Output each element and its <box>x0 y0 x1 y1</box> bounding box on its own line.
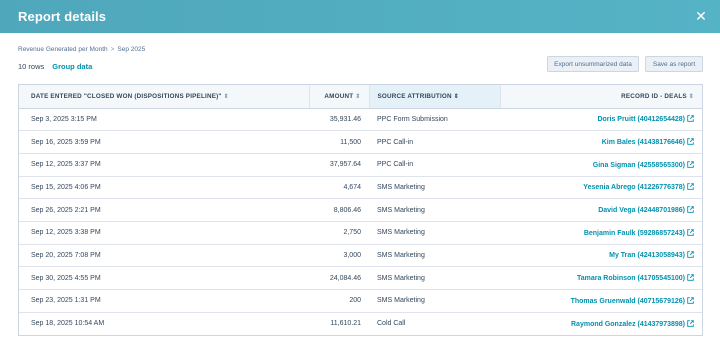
cell-date: Sep 15, 2025 4:06 PM <box>19 176 309 200</box>
cell-source: Cold Call <box>377 320 406 328</box>
table-row: Sep 18, 2025 10:54 AM 11,610.21 Cold Call R… <box>19 312 702 335</box>
table-row: Sep 23, 2025 1:31 PM 200 SMS Marketing Thom… <box>19 289 702 313</box>
cell-record: Thomas Gruenwald (40715679126) <box>500 289 702 313</box>
cell-date: Sep 26, 2025 2:21 PM <box>19 198 309 222</box>
sort-active-icon: ⇕ <box>453 93 459 100</box>
cell-record: Kim Bales (41438176646) <box>500 130 702 154</box>
table-row: Sep 16, 2025 3:59 PM 11,500 PPC Call-in Kim… <box>19 130 702 154</box>
external-link-icon[interactable] <box>687 183 694 191</box>
cell-date: Sep 30, 2025 4:55 PM <box>19 266 309 290</box>
cell-date: Sep 12, 2025 3:37 PM <box>19 153 309 177</box>
cell-source: PPC Call-in <box>369 130 500 154</box>
cell-record: David Vega (42448701986) <box>500 198 702 222</box>
breadcrumb: Revenue Generated per Month > Sep 2025 <box>18 46 145 53</box>
group-data-link[interactable]: Group data <box>52 62 92 71</box>
cell-amount: 2,750 <box>309 221 369 245</box>
table-body: Sep 3, 2025 3:15 PM 35,931.46 PPC Form Sub… <box>19 108 702 335</box>
cell-date: Sep 18, 2025 10:54 AM <box>31 320 105 328</box>
external-link-icon[interactable] <box>687 251 694 259</box>
cell-record: Gina Sigman (42558565300) <box>500 153 702 177</box>
table-header-row: DATE ENTERED "CLOSED WON (DISPOSITIONS P… <box>19 85 702 109</box>
cell-record: My Tran (42413058943) <box>500 244 702 268</box>
report-table: DATE ENTERED "CLOSED WON (DISPOSITIONS P… <box>18 84 703 336</box>
cell-amount: 37,957.64 <box>309 153 369 177</box>
column-header-source[interactable]: SOURCE ATTRIBUTION ⇕ <box>369 85 501 109</box>
record-link[interactable]: My Tran (42413058943) <box>609 252 685 259</box>
cell-source: SMS Marketing <box>369 289 500 313</box>
row-count: 10 rows <box>18 62 45 71</box>
record-link[interactable]: Thomas Gruenwald (40715679126) <box>571 298 685 305</box>
breadcrumb-period: Sep 2025 <box>117 46 146 53</box>
record-link[interactable]: Benjamin Faulk (59286857243) <box>584 230 685 237</box>
record-link[interactable]: Gina Sigman (42558565300) <box>593 162 685 169</box>
table-row: Sep 26, 2025 2:21 PM 8,806.46 SMS Marketin… <box>19 198 702 222</box>
table-row: Sep 3, 2025 3:15 PM 35,931.46 PPC Form Sub… <box>19 108 702 132</box>
external-link-icon[interactable] <box>687 160 694 168</box>
summary-line: 10 rows Group data <box>18 62 92 71</box>
external-link-icon[interactable] <box>687 115 694 123</box>
cell-source: SMS Marketing <box>369 176 500 200</box>
cell-amount: 35,931.46 <box>309 108 369 132</box>
column-header-date[interactable]: DATE ENTERED "CLOSED WON (DISPOSITIONS P… <box>19 85 310 109</box>
cell-amount: 11,500 <box>309 130 369 154</box>
sort-icon: ⇕ <box>223 93 229 100</box>
table-row: Sep 30, 2025 4:55 PM 24,084.46 SMS Marketi… <box>19 266 702 290</box>
close-icon[interactable]: ✕ <box>694 9 708 23</box>
cell-source: PPC Call-in <box>369 153 500 177</box>
cell-record: Yesenia Abrego (41226776378) <box>500 176 702 200</box>
column-header-source-label: SOURCE ATTRIBUTION <box>377 92 452 100</box>
record-link[interactable]: Raymond Gonzalez (41437973898) <box>571 321 685 328</box>
table-row: Sep 12, 2025 3:38 PM 2,750 SMS Marketing Be… <box>19 221 702 245</box>
table-row: Sep 15, 2025 4:06 PM 4,674 SMS Marketing Ye… <box>19 176 702 200</box>
sort-icon: ⇕ <box>688 93 694 100</box>
external-link-icon[interactable] <box>687 138 694 145</box>
cell-record: Raymond Gonzalez (41437973898) <box>500 312 702 335</box>
cell-amount: 11,610.21 <box>330 320 361 328</box>
record-link[interactable]: Tamara Robinson (41705545100) <box>577 275 685 282</box>
modal-title: Report details <box>18 9 107 24</box>
cell-amount: 8,806.46 <box>309 198 369 222</box>
external-link-icon[interactable] <box>687 297 694 304</box>
record-link[interactable]: Kim Bales (41438176646) <box>602 139 685 146</box>
sort-icon: ⇕ <box>355 93 361 100</box>
cell-amount: 4,674 <box>309 176 369 200</box>
external-link-icon[interactable] <box>687 206 694 213</box>
cell-source: SMS Marketing <box>369 221 500 245</box>
record-link[interactable]: Yesenia Abrego (41226776378) <box>583 184 685 191</box>
cell-date: Sep 3, 2025 3:15 PM <box>19 108 309 132</box>
cell-record: Tamara Robinson (41705545100) <box>500 266 702 290</box>
column-header-record[interactable]: RECORD ID - DEALS ⇕ <box>500 85 702 109</box>
external-link-icon[interactable] <box>687 229 694 236</box>
cell-date: Sep 16, 2025 3:59 PM <box>19 130 309 154</box>
record-link[interactable]: David Vega (42448701986) <box>598 207 685 214</box>
column-header-record-label: RECORD ID - DEALS <box>621 92 687 100</box>
cell-amount: 200 <box>309 289 369 313</box>
cell-date: Sep 23, 2025 1:31 PM <box>19 289 309 313</box>
breadcrumb-separator: > <box>110 46 115 53</box>
cell-amount: 3,000 <box>309 244 369 268</box>
cell-amount: 24,084.46 <box>309 266 369 290</box>
breadcrumb-report: Revenue Generated per Month <box>18 46 108 53</box>
export-unsummarized-button[interactable]: Export unsummarized data <box>547 56 639 72</box>
table-row: Sep 20, 2025 7:08 PM 3,000 SMS Marketing My… <box>19 244 702 268</box>
cell-record: Doris Pruitt (40412654428) <box>500 108 702 132</box>
external-link-icon[interactable] <box>687 274 694 281</box>
column-header-amount[interactable]: AMOUNT ⇕ <box>309 85 370 109</box>
cell-record: Benjamin Faulk (59286857243) <box>500 221 702 245</box>
cell-source: PPC Form Submission <box>369 108 500 132</box>
cell-source: SMS Marketing <box>369 266 500 290</box>
cell-source: SMS Marketing <box>369 198 500 222</box>
modal-header: Report details ✕ <box>0 0 720 33</box>
external-link-icon[interactable] <box>687 320 694 327</box>
save-as-report-button[interactable]: Save as report <box>645 56 703 72</box>
cell-source: SMS Marketing <box>369 244 500 268</box>
record-link[interactable]: Doris Pruitt (40412654428) <box>597 116 685 123</box>
table-row: Sep 12, 2025 3:37 PM 37,957.64 PPC Call-in… <box>19 153 702 177</box>
cell-date: Sep 12, 2025 3:38 PM <box>19 221 309 245</box>
cell-date: Sep 20, 2025 7:08 PM <box>19 244 309 268</box>
column-header-amount-label: AMOUNT <box>324 92 354 100</box>
column-header-date-label: DATE ENTERED "CLOSED WON (DISPOSITIONS P… <box>31 92 222 100</box>
